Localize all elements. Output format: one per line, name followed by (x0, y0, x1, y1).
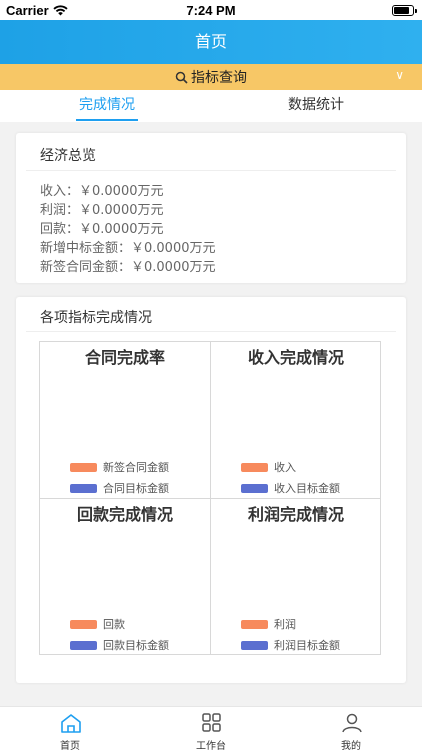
nav-workbench-label: 工作台 (196, 741, 226, 750)
chart-title: 回款完成情况 (76, 505, 173, 524)
collection-completion-chart: 回款完成情况 回款 回款目标金额 (40, 499, 210, 655)
nav-home[interactable]: 首页 (40, 707, 100, 750)
profit-completion-chart: 利润完成情况 利润 利润目标金额 (211, 499, 381, 655)
legend-label: 新签合同金额 (103, 461, 169, 474)
profit-value: 利润：￥0.0000万元 (40, 203, 164, 218)
new-contract-amount-value: 新签合同金额：￥0.0000万元 (40, 260, 216, 275)
indicator-query-label: 指标查询 (191, 70, 247, 86)
indicator-completion-card: 各项指标完成情况 合同完成率 新签合同金额 合同目标金额 收入完成情况 收入 收… (16, 297, 406, 683)
legend-swatch-actual (70, 619, 97, 629)
home-icon (61, 714, 81, 733)
active-tab-indicator (76, 119, 138, 121)
collection-value: 回款：￥0.0000万元 (40, 222, 164, 237)
legend-label: 收入目标金额 (274, 482, 340, 495)
battery-icon (392, 5, 417, 16)
legend-swatch-target (241, 640, 268, 650)
tab-bar: 完成情况 数据统计 (0, 90, 422, 122)
legend-label: 回款目标金额 (103, 639, 169, 652)
legend-label: 利润目标金额 (274, 639, 340, 652)
tab-statistics[interactable]: 数据统计 (275, 90, 357, 122)
user-icon (342, 713, 362, 733)
card-divider (26, 331, 396, 332)
bottom-navigation: 首页 工作台 我的 (0, 706, 422, 750)
chart-title: 利润完成情况 (247, 505, 344, 524)
indicator-query-button[interactable]: 指标查询 ∨ (0, 64, 422, 90)
legend-swatch-target (241, 483, 268, 493)
chevron-down-icon[interactable]: ∨ (395, 68, 404, 82)
revenue-completion-chart: 收入完成情况 收入 收入目标金额 (211, 342, 381, 498)
chart-title: 合同完成率 (84, 348, 165, 367)
legend-swatch-actual (241, 462, 268, 472)
legend-label: 利润 (274, 618, 296, 631)
grid-icon (202, 713, 221, 732)
page-title: 首页 (0, 20, 422, 64)
legend-item: 回款 (70, 616, 125, 632)
nav-workbench[interactable]: 工作台 (181, 707, 241, 750)
nav-profile-label: 我的 (341, 741, 361, 750)
status-bar: Carrier 7:24 PM (0, 0, 422, 20)
legend-label: 回款 (103, 618, 125, 631)
legend-swatch-target (70, 640, 97, 650)
legend-item: 利润目标金额 (241, 637, 340, 653)
legend-label: 收入 (274, 461, 296, 474)
tab-completion[interactable]: 完成情况 (66, 90, 148, 122)
legend-item: 利润 (241, 616, 296, 632)
card-divider (26, 170, 396, 171)
indicator-completion-title: 各项指标完成情况 (40, 310, 152, 326)
legend-item: 新签合同金额 (70, 459, 169, 475)
legend-swatch-actual (241, 619, 268, 629)
new-bid-amount-value: 新增中标金额：￥0.0000万元 (40, 241, 216, 256)
chart-title: 收入完成情况 (247, 348, 344, 367)
search-icon (175, 71, 188, 84)
economy-overview-title: 经济总览 (40, 148, 96, 164)
nav-home-label: 首页 (60, 741, 80, 750)
legend-item: 合同目标金额 (70, 480, 169, 496)
nav-profile[interactable]: 我的 (321, 707, 381, 750)
revenue-value: 收入：￥0.0000万元 (40, 184, 164, 199)
legend-swatch-target (70, 483, 97, 493)
indicator-charts-grid: 合同完成率 新签合同金额 合同目标金额 收入完成情况 收入 收入目标金额 回款完… (39, 341, 381, 655)
clock: 7:24 PM (186, 3, 236, 18)
legend-item: 收入目标金额 (241, 480, 340, 496)
legend-label: 合同目标金额 (103, 482, 169, 495)
contract-completion-chart: 合同完成率 新签合同金额 合同目标金额 (40, 342, 210, 498)
legend-item: 回款目标金额 (70, 637, 169, 653)
legend-item: 收入 (241, 459, 296, 475)
economy-overview-card: 经济总览 收入：￥0.0000万元 利润：￥0.0000万元 回款：￥0.000… (16, 133, 406, 283)
legend-swatch-actual (70, 462, 97, 472)
